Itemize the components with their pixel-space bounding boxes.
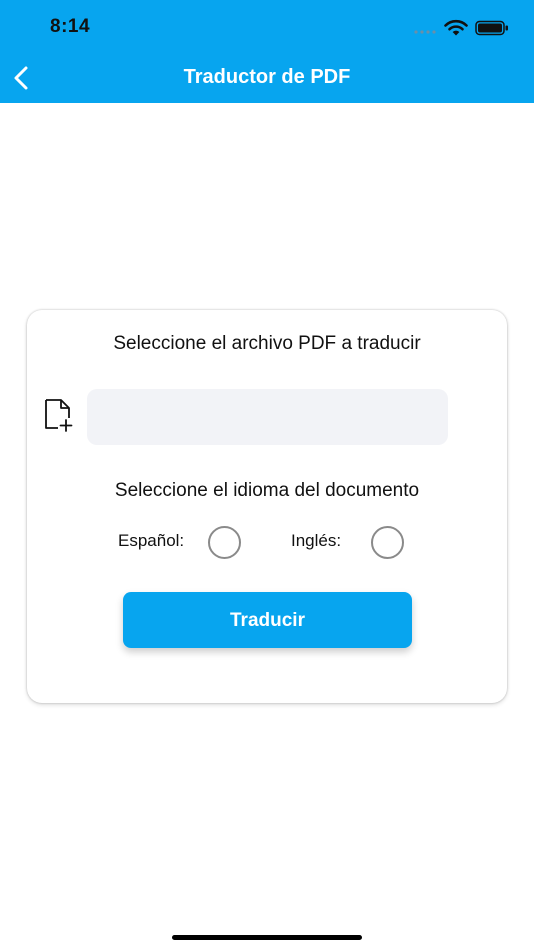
language-prompt-label: Seleccione el idioma del documento bbox=[114, 480, 420, 501]
cellular-signal-icon bbox=[414, 30, 436, 34]
file-prompt-label: Seleccione el archivo PDF a traducir bbox=[113, 333, 421, 354]
file-add-icon[interactable] bbox=[43, 398, 73, 432]
english-radio[interactable] bbox=[371, 526, 404, 559]
wifi-icon bbox=[444, 19, 468, 36]
pdf-file-field[interactable] bbox=[87, 389, 448, 445]
app-header: 8:14 Traductor de PDF bbox=[0, 0, 534, 103]
home-indicator bbox=[172, 935, 362, 940]
pdf-translate-card: Seleccione el archivo PDF a traducir Sel… bbox=[27, 310, 507, 703]
page-title: Traductor de PDF bbox=[183, 66, 351, 88]
status-time: 8:14 bbox=[50, 16, 91, 37]
spanish-label: Español: bbox=[118, 531, 185, 550]
english-label: Inglés: bbox=[291, 531, 342, 550]
battery-icon bbox=[475, 20, 508, 36]
spanish-radio[interactable] bbox=[208, 526, 241, 559]
translate-button[interactable]: Traducir bbox=[123, 592, 412, 648]
